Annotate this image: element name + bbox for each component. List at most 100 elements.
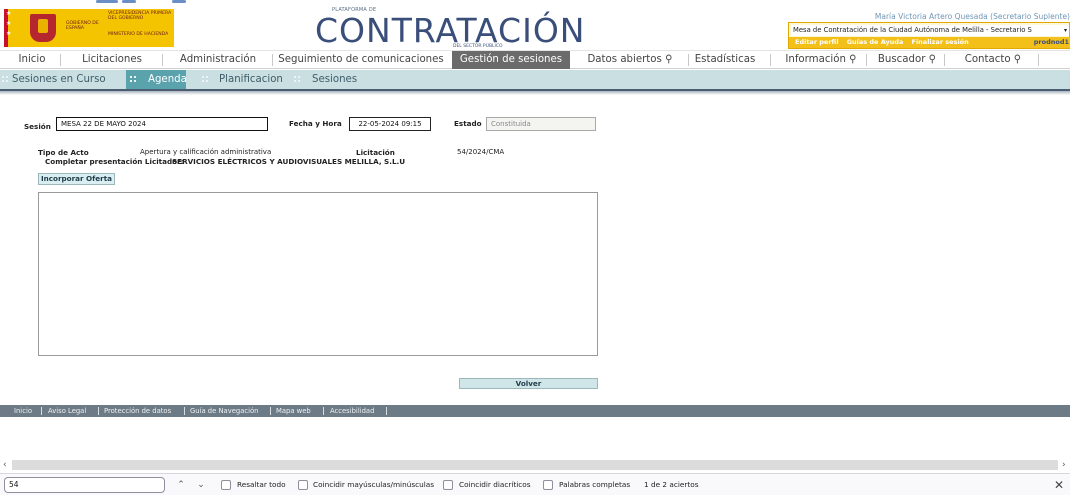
scroll-right-icon[interactable]: › (1062, 458, 1066, 472)
nav-datos-abiertos[interactable]: Datos abiertos ⚲ (576, 51, 684, 69)
nav-divider (1038, 54, 1039, 66)
estado-field: Constituida (486, 117, 596, 131)
gov-name: Gobierno de España (66, 21, 99, 31)
grid-dots-icon (2, 76, 9, 83)
coat-of-arms-icon (30, 14, 56, 42)
user-links: Editar perfil Guías de Ayuda Finalizar s… (789, 37, 1070, 48)
main-nav: Inicio Licitaciones Administración Segui… (0, 50, 1070, 69)
horizontal-scrollbar[interactable]: ‹ › (0, 458, 1070, 472)
licitacion-value: 54/2024/CMA (457, 148, 505, 156)
page: ★ ★ ★ Gobierno de España Vicepresidencia… (0, 0, 1070, 495)
subnav-agenda-label: Agenda (148, 74, 187, 85)
nav-seguimiento[interactable]: Seguimiento de comunicaciones (276, 51, 446, 69)
nav-estadisticas[interactable]: Estadísticas (690, 51, 760, 69)
brand-subtitle: DEL SECTOR PÚBLICO (453, 44, 503, 49)
strip-mark (122, 0, 136, 3)
subnav-sesiones-en-curso[interactable]: Sesiones en Curso (12, 70, 106, 89)
match-case-checkbox[interactable] (298, 480, 308, 490)
chevron-down-icon: ▾ (1063, 27, 1067, 34)
site-footer: Inicio Aviso Legal Protección de datos G… (0, 405, 1070, 417)
footer-mapa-web-link[interactable]: Mapa web (276, 405, 311, 417)
footer-proteccion-link[interactable]: Protección de datos (104, 405, 171, 417)
fecha-label: Fecha y Hora (289, 119, 342, 128)
env-label: prodnod1 (1033, 38, 1069, 46)
find-result-count: 1 de 2 aciertos (644, 480, 699, 489)
nav-divider (60, 54, 61, 66)
nav-buscador[interactable]: Buscador ⚲ (872, 51, 942, 69)
help-guides-link[interactable]: Guías de Ayuda (847, 38, 904, 46)
footer-inicio-link[interactable]: Inicio (14, 405, 32, 417)
footer-divider (41, 407, 42, 415)
whole-words-label[interactable]: Palabras completas (559, 478, 630, 492)
nav-gestion-sesiones[interactable]: Gestión de sesiones (452, 51, 570, 69)
footer-accesibilidad-link[interactable]: Accesibilidad (330, 405, 374, 417)
strip-mark (172, 0, 186, 3)
completar-label: Completar presentación Licitador: (45, 157, 184, 166)
match-case-label[interactable]: Coincidir mayúsculas/minúsculas (313, 478, 434, 492)
user-name: María Victoria Artero Quesada (Secretari… (874, 12, 1070, 21)
user-panel: Mesa de Contratación de la Ciudad Autóno… (788, 22, 1070, 49)
sesion-field[interactable]: MESA 22 DE MAYO 2024 (56, 117, 268, 131)
eu-star-icon: ★ (6, 30, 12, 37)
nav-divider (866, 54, 867, 66)
sesion-label: Sesión (24, 122, 51, 131)
gov-line1: Vicepresidencia Primera del Gobierno (108, 11, 172, 21)
subnav-agenda[interactable]: Agenda (126, 70, 187, 89)
eu-star-icon: ★ (6, 10, 12, 17)
nav-inicio[interactable]: Inicio (8, 51, 56, 69)
strip-mark (96, 0, 118, 3)
match-diacritics-checkbox[interactable] (443, 480, 453, 490)
find-bar: 54 ⌃ ⌄ Resaltar todo Coincidir mayúscula… (0, 473, 1070, 495)
footer-divider (184, 407, 185, 415)
grid-dots-icon (294, 76, 301, 83)
match-diacritics-label[interactable]: Coincidir diacríticos (459, 478, 531, 492)
nav-administracion[interactable]: Administración (168, 51, 268, 69)
nav-contacto[interactable]: Contacto ⚲ (950, 51, 1036, 69)
footer-divider (323, 407, 324, 415)
mesa-select[interactable]: Mesa de Contratación de la Ciudad Autóno… (791, 25, 1069, 36)
gov-line2: Ministerio de Hacienda (108, 32, 169, 37)
footer-divider (98, 407, 99, 415)
nav-licitaciones[interactable]: Licitaciones (70, 51, 154, 69)
chevron-down-icon[interactable]: ⌄ (194, 477, 208, 493)
close-icon[interactable]: ✕ (1054, 477, 1064, 493)
tipo-acto-value: Apertura y calificación administrativa (140, 148, 272, 156)
header-shadow (0, 91, 1070, 95)
logout-link[interactable]: Finalizar sesión (912, 38, 969, 46)
volver-button[interactable]: Volver (459, 378, 598, 389)
incorporar-oferta-button[interactable]: Incorporar Oferta (38, 173, 115, 185)
grid-dots-icon (130, 76, 137, 83)
whole-words-checkbox[interactable] (543, 480, 553, 490)
estado-label: Estado (454, 119, 482, 128)
ofertas-area[interactable] (38, 192, 598, 356)
government-logo[interactable]: ★ ★ ★ Gobierno de España Vicepresidencia… (4, 9, 174, 47)
subnav-sesiones[interactable]: Sesiones (312, 70, 357, 89)
eu-star-icon: ★ (6, 20, 12, 27)
nav-divider (688, 54, 689, 66)
chevron-up-icon[interactable]: ⌃ (174, 477, 188, 493)
brand-title: CONTRATACIÓN (315, 11, 586, 50)
licitador-name: SERVICIOS ELÉCTRICOS Y AUDIOVISUALES MEL… (172, 157, 406, 166)
nav-divider (944, 54, 945, 66)
tipo-acto-label: Tipo de Acto (38, 148, 89, 157)
scrollbar-track[interactable] (12, 460, 1058, 470)
scroll-left-icon[interactable]: ‹ (3, 458, 7, 472)
nav-divider (272, 54, 273, 66)
footer-guia-link[interactable]: Guía de Navegación (190, 405, 258, 417)
nav-divider (162, 54, 163, 66)
licitacion-label: Licitación (356, 148, 395, 157)
nav-divider (770, 54, 771, 66)
fecha-field[interactable]: 22-05-2024 09:15 (349, 117, 431, 131)
highlight-all-label[interactable]: Resaltar todo (237, 478, 286, 492)
sub-nav: Sesiones en Curso Agenda Planificacion S… (0, 70, 1070, 89)
footer-aviso-legal-link[interactable]: Aviso Legal (48, 405, 86, 417)
highlight-all-checkbox[interactable] (221, 480, 231, 490)
subnav-planificacion[interactable]: Planificacion (219, 70, 283, 89)
nav-informacion[interactable]: Información ⚲ (778, 51, 864, 69)
footer-divider (386, 407, 387, 415)
mesa-select-value: Mesa de Contratación de la Ciudad Autóno… (793, 26, 1032, 34)
footer-divider (270, 407, 271, 415)
find-input[interactable]: 54 (4, 477, 165, 493)
site-header: ★ ★ ★ Gobierno de España Vicepresidencia… (0, 6, 1070, 50)
edit-profile-link[interactable]: Editar perfil (795, 38, 839, 46)
